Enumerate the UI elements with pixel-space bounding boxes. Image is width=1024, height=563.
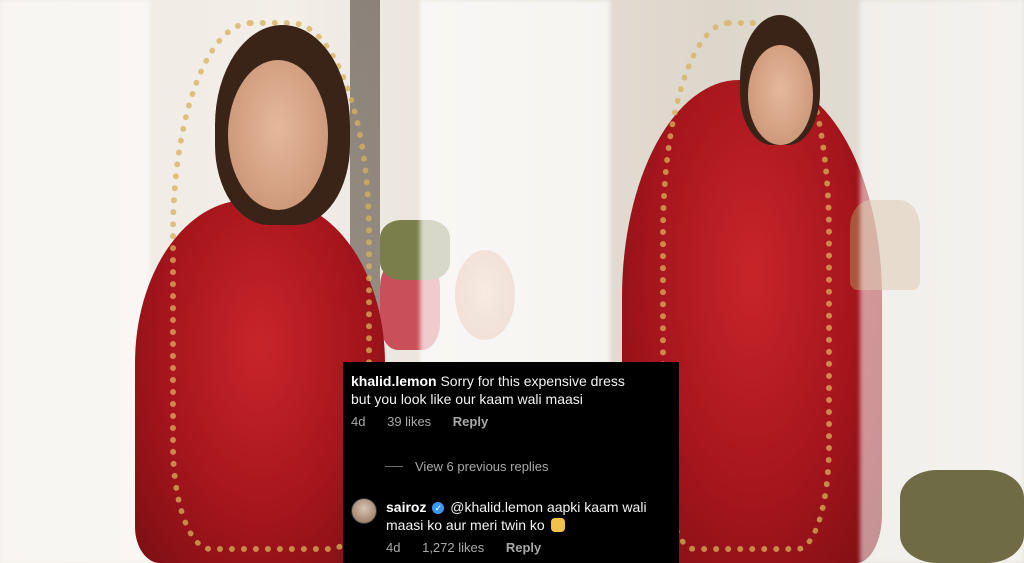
comment-meta: 4d 39 likes Reply	[351, 414, 671, 429]
comment-reply-button[interactable]: Reply	[453, 414, 488, 429]
left-curtain	[0, 0, 150, 563]
comment-text: khalid.lemon Sorry for this expensive dr…	[351, 372, 671, 408]
reply-line2: maasi ko aur meri twin ko	[386, 517, 545, 533]
reply-age: 4d	[386, 540, 401, 555]
olive-cushion	[900, 470, 1024, 563]
reply-reply-button[interactable]: Reply	[506, 540, 541, 555]
commenter-username[interactable]: khalid.lemon	[351, 373, 437, 389]
comment-line1: Sorry for this expensive dress	[440, 373, 625, 389]
replies-divider-line	[385, 466, 403, 467]
reply-meta: 4d 1,272 likes Reply	[386, 540, 671, 555]
view-replies-label: View 6 previous replies	[415, 459, 549, 474]
view-previous-replies[interactable]: View 6 previous replies	[385, 459, 548, 474]
left-face	[228, 60, 328, 210]
reply-username[interactable]: sairoz	[386, 499, 426, 515]
comment-screenshot: khalid.lemon Sorry for this expensive dr…	[343, 362, 679, 563]
right-face	[748, 45, 813, 145]
comment-age: 4d	[351, 414, 366, 429]
original-comment: khalid.lemon Sorry for this expensive dr…	[351, 372, 671, 429]
woman-facepalming-emoji-icon	[550, 518, 565, 532]
reply-text: sairoz ✓ @khalid.lemon aapki kaam wali m…	[386, 498, 671, 534]
reply-line1: @khalid.lemon aapki kaam wali	[450, 499, 647, 515]
verified-badge-icon: ✓	[432, 502, 445, 514]
avatar[interactable]	[351, 498, 377, 524]
comment-likes[interactable]: 39 likes	[387, 414, 431, 429]
reply-body: sairoz ✓ @khalid.lemon aapki kaam wali m…	[386, 498, 671, 555]
comment-line2: but you look like our kaam wali maasi	[351, 391, 583, 407]
reply-likes[interactable]: 1,272 likes	[422, 540, 484, 555]
